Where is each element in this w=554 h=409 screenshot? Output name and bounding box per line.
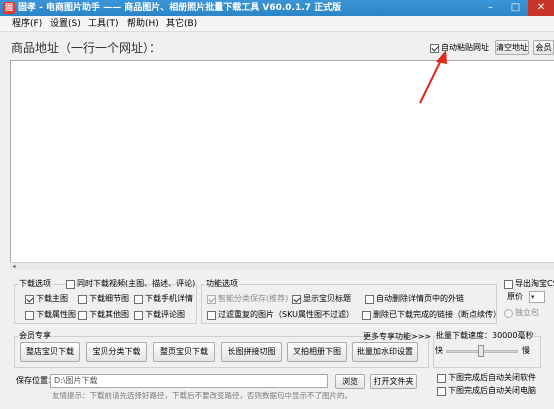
speed-slow-label: 慢: [522, 346, 530, 355]
whole-page-download-button[interactable]: 整页宝贝下载: [153, 342, 215, 362]
checkbox-box[interactable]: [207, 294, 216, 304]
checkbox-label: 下载手机详情: [145, 294, 193, 303]
app-logo-icon: 固: [3, 2, 15, 14]
url-textarea[interactable]: [10, 60, 554, 270]
title-bar: 固 固孝 - 电商图片助手 —— 商品图片、相册照片批量下载工具 V60.0.1…: [0, 0, 554, 16]
whole-shop-download-button[interactable]: 整店宝贝下载: [20, 342, 80, 362]
checkbox-label: 下载细节图: [89, 294, 129, 303]
url-area-label: 商品地址（一行一个网址）：: [11, 41, 162, 55]
member-button[interactable]: 会员: [533, 40, 554, 55]
remove-external-links-checkbox[interactable]: 自动删除详情页中的外链: [365, 294, 464, 304]
standalone-package-radio[interactable]: 独立包: [504, 308, 539, 318]
auto-close-app-checkbox[interactable]: 下图完成后自动关闭软件: [437, 373, 536, 383]
auto-paste-checkbox[interactable]: 自动粘贴网址: [430, 43, 489, 53]
speed-fast-label: 快: [435, 346, 443, 355]
save-path-input[interactable]: D:\图片下载: [50, 374, 328, 388]
checkbox-label: 导出淘宝CS: [515, 279, 554, 288]
checkbox-label: 智能分类保存(推荐): [218, 294, 289, 303]
checkbox-box[interactable]: [78, 294, 87, 304]
checkbox-label: 下载属性图: [36, 310, 76, 319]
checkbox-label: 下载其他图: [89, 310, 129, 319]
more-features-link[interactable]: 更多专享功能>>>: [363, 332, 431, 342]
radio-label: 独立包: [515, 308, 539, 317]
checkbox-box[interactable]: [437, 386, 446, 396]
checkbox-box[interactable]: [365, 294, 374, 304]
checkbox-box[interactable]: [25, 310, 34, 320]
price-label: 原价: [507, 292, 523, 301]
horizontal-scrollbar[interactable]: ◂: [10, 262, 554, 270]
checkbox-label: 自动删除详情页中的外链: [376, 294, 464, 303]
window-title: 固孝 - 电商图片助手 —— 商品图片、相册照片批量下载工具 V60.0.1.7…: [18, 3, 342, 13]
speed-slider-thumb[interactable]: [478, 345, 484, 357]
speed-title: 批量下载速度：30000毫秒: [435, 331, 535, 341]
checkbox-label: 删除已下载完成的链接（断点续传）: [373, 310, 501, 319]
checkbox-box[interactable]: [134, 310, 143, 320]
checkbox-label: 下图完成后自动关闭电脑: [448, 386, 536, 395]
checkbox-label: 下图完成后自动关闭软件: [448, 373, 536, 382]
checkbox-box[interactable]: [292, 294, 301, 304]
checkbox-box[interactable]: [25, 294, 34, 304]
function-options-title: 功能选项: [205, 279, 239, 289]
menu-settings[interactable]: 设置(S): [50, 18, 81, 30]
menu-other[interactable]: 其它(B): [166, 18, 197, 30]
checkbox-box[interactable]: [437, 373, 446, 383]
checkbox-box[interactable]: [78, 310, 87, 320]
auto-shutdown-checkbox[interactable]: 下图完成后自动关闭电脑: [437, 386, 536, 396]
menu-help[interactable]: 帮助(H): [127, 18, 159, 30]
minimize-button[interactable]: –: [478, 0, 503, 16]
download-comment-checkbox[interactable]: 下载评论图: [134, 310, 185, 320]
menu-tools[interactable]: 工具(T): [88, 18, 119, 30]
album-download-button[interactable]: 叉拍相册下图: [287, 342, 347, 362]
video-download-checkbox[interactable]: 同时下载视频(主图、描述、评论): [66, 279, 195, 289]
radio-circle[interactable]: [504, 308, 513, 318]
delete-completed-checkbox[interactable]: 删除已下载完成的链接（断点续传）: [362, 310, 501, 320]
member-title: 会员专享: [18, 331, 52, 341]
open-folder-button[interactable]: 打开文件夹: [370, 374, 417, 389]
checkbox-box[interactable]: [207, 310, 216, 320]
checkbox-box[interactable]: [430, 43, 439, 53]
scroll-left-arrow-icon[interactable]: ◂: [10, 263, 18, 271]
checkbox-label: 过滤重复的图片（SKU属性图不过滤）: [218, 310, 354, 319]
video-download-label: 同时下载视频(主图、描述、评论): [77, 279, 196, 288]
download-detail-checkbox[interactable]: 下载细节图: [78, 294, 129, 304]
watermark-settings-button[interactable]: 批量加水印设置: [352, 342, 418, 362]
maximize-button[interactable]: □: [503, 0, 528, 16]
download-mobile-detail-checkbox[interactable]: 下载手机详情: [134, 294, 193, 304]
browse-button[interactable]: 浏览: [335, 374, 365, 389]
download-options-title: 下载选项: [18, 279, 52, 289]
checkbox-box[interactable]: [134, 294, 143, 304]
clear-urls-button[interactable]: 清空地址: [495, 40, 529, 55]
menu-program[interactable]: 程序(F): [12, 18, 42, 30]
download-other-checkbox[interactable]: 下载其他图: [78, 310, 129, 320]
checkbox-box[interactable]: [504, 279, 513, 289]
close-button[interactable]: ✕: [528, 0, 554, 16]
checkbox-label: 下载评论图: [145, 310, 185, 319]
checkbox-label: 下载主图: [36, 294, 68, 303]
export-taobao-checkbox[interactable]: 导出淘宝CS: [504, 279, 554, 289]
checkbox-box[interactable]: [66, 279, 75, 289]
long-image-stitch-button[interactable]: 长图拼接切图: [221, 342, 282, 362]
smart-save-checkbox[interactable]: 智能分类保存(推荐): [207, 294, 288, 304]
checkbox-box[interactable]: [362, 310, 371, 320]
friendly-tip: 友情提示：下载前请先选择好路径，下载后不要改变路径，否则数据包中显示不了图片的。: [52, 391, 352, 400]
download-attr-checkbox[interactable]: 下载属性图: [25, 310, 76, 320]
download-main-checkbox[interactable]: 下载主图: [25, 294, 68, 304]
price-select[interactable]: ▾: [529, 291, 545, 303]
checkbox-label: 显示宝贝标题: [303, 294, 351, 303]
category-download-button[interactable]: 宝贝分类下载: [86, 342, 147, 362]
menu-bar: 程序(F) 设置(S) 工具(T) 帮助(H) 其它(B): [0, 16, 554, 32]
filter-duplicates-checkbox[interactable]: 过滤重复的图片（SKU属性图不过滤）: [207, 310, 354, 320]
show-title-checkbox[interactable]: 显示宝贝标题: [292, 294, 351, 304]
auto-paste-label: 自动粘贴网址: [441, 43, 489, 52]
